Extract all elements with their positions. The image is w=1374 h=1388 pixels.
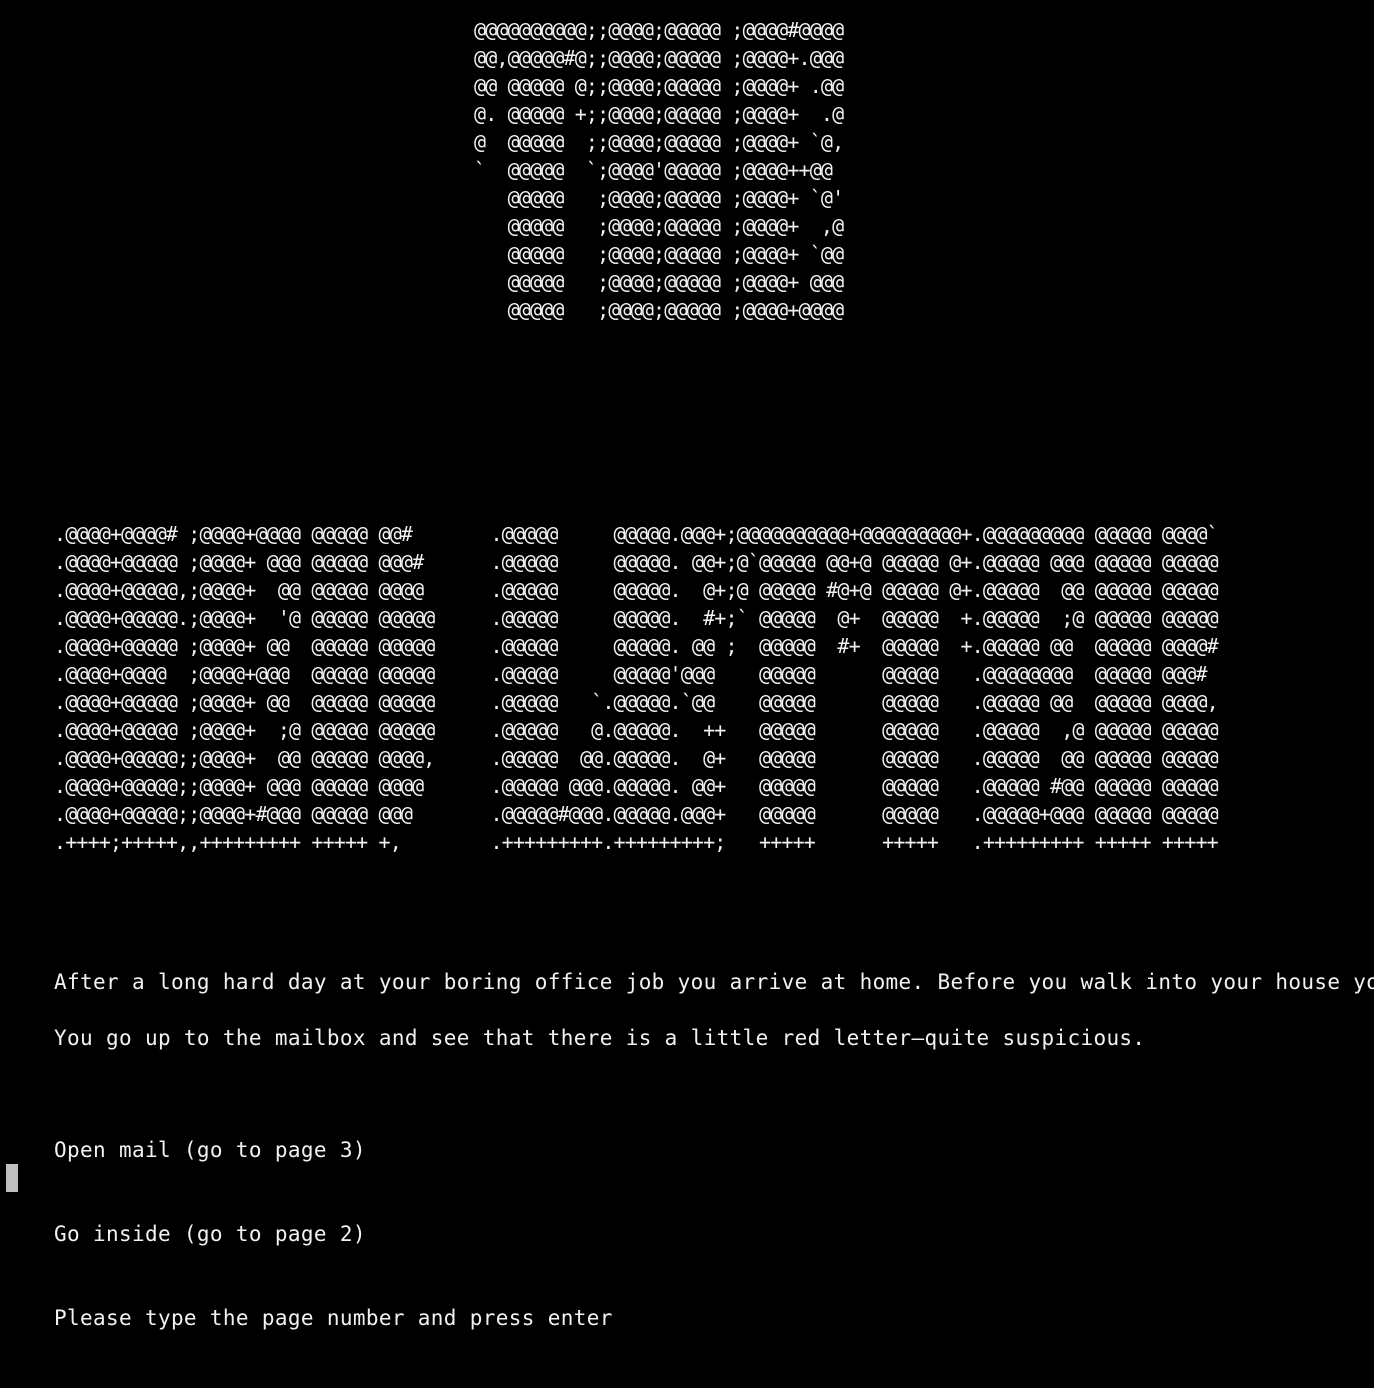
title-art-row: @@@@@ ;@@@@;@@@@@ ;@@@@+ `@@ xyxy=(474,242,845,266)
choice-list: Open mail (go to page 3) Go inside (go t… xyxy=(54,1080,1374,1388)
choice-open-mail: Open mail (go to page 3) xyxy=(54,1138,366,1162)
banner-ascii-art: .@@@@+@@@@# ;@@@@+@@@@ @@@@@ @@# .@@@@@ … xyxy=(54,520,1219,856)
banner-art-row: .@@@@+@@@@@;;@@@@+ @@@ @@@@@ @@@@ .@@@@@… xyxy=(54,774,1219,798)
banner-art-row: .@@@@+@@@@@.;@@@@+ '@ @@@@@ @@@@@ .@@@@@… xyxy=(54,606,1219,630)
title-ascii-art: @@@@@@@@@@;;@@@@;@@@@@ ;@@@@#@@@@ @@,@@@@… xyxy=(474,16,845,324)
input-prompt: Please type the page number and press en… xyxy=(54,1306,613,1330)
title-art-row: @@@@@ ;@@@@;@@@@@ ;@@@@+@@@@ xyxy=(474,298,845,322)
text-cursor[interactable] xyxy=(6,1164,18,1192)
title-art-row: @@@@@ ;@@@@;@@@@@ ;@@@@+ @@@ xyxy=(474,270,845,294)
title-art-row: @@@@@ ;@@@@;@@@@@ ;@@@@+ `@' xyxy=(474,186,845,210)
banner-art-row: .@@@@+@@@@@;;@@@@+#@@@ @@@@@ @@@ .@@@@@#… xyxy=(54,802,1219,826)
title-art-row: @ @@@@@ ;;@@@@;@@@@@ ;@@@@+ `@, xyxy=(474,130,844,154)
story-mailbox-text: You go up to the mailbox and see that th… xyxy=(54,1026,1146,1050)
story-intro-text: After a long hard day at your boring off… xyxy=(54,970,1374,994)
title-art-row: ` @@@@@ `;@@@@'@@@@@ ;@@@@++@@ xyxy=(474,158,833,182)
banner-art-row: .@@@@+@@@@@,;@@@@+ @@ @@@@@ @@@@ .@@@@@ … xyxy=(54,578,1219,602)
title-art-row: @@ @@@@@ @;;@@@@;@@@@@ ;@@@@+ .@@ xyxy=(474,74,844,98)
banner-art-row: .@@@@+@@@@@ ;@@@@+ @@ @@@@@ @@@@@ .@@@@@… xyxy=(54,690,1219,714)
banner-art-row: .@@@@+@@@@@ ;@@@@+ @@ @@@@@ @@@@@ .@@@@@… xyxy=(54,634,1219,658)
banner-art-row: .@@@@+@@@@@;;@@@@+ @@ @@@@@ @@@@, .@@@@@… xyxy=(54,746,1219,770)
choice-go-inside: Go inside (go to page 2) xyxy=(54,1222,366,1246)
banner-art-row: .@@@@+@@@@@ ;@@@@+ ;@ @@@@@ @@@@@ .@@@@@… xyxy=(54,718,1219,742)
banner-art-row: .++++;+++++,,+++++++++ +++++ +, .+++++++… xyxy=(54,830,1219,854)
banner-art-row: .@@@@+@@@@ ;@@@@+@@@ @@@@@ @@@@@ .@@@@@ … xyxy=(54,662,1208,686)
title-art-row: @@,@@@@@#@;;@@@@;@@@@@ ;@@@@+.@@@ xyxy=(474,46,844,70)
terminal-window[interactable]: @@@@@@@@@@;;@@@@;@@@@@ ;@@@@#@@@@ @@,@@@@… xyxy=(0,0,1374,1330)
title-art-row: @@@@@@@@@@;;@@@@;@@@@@ ;@@@@#@@@@ xyxy=(474,18,844,42)
banner-art-row: .@@@@+@@@@# ;@@@@+@@@@ @@@@@ @@# .@@@@@ … xyxy=(54,522,1219,546)
banner-art-row: .@@@@+@@@@@ ;@@@@+ @@@ @@@@@ @@@# .@@@@@… xyxy=(54,550,1219,574)
title-art-row: @. @@@@@ +;;@@@@;@@@@@ ;@@@@+ .@ xyxy=(474,102,844,126)
title-art-row: @@@@@ ;@@@@;@@@@@ ;@@@@+ ,@ xyxy=(474,214,845,238)
